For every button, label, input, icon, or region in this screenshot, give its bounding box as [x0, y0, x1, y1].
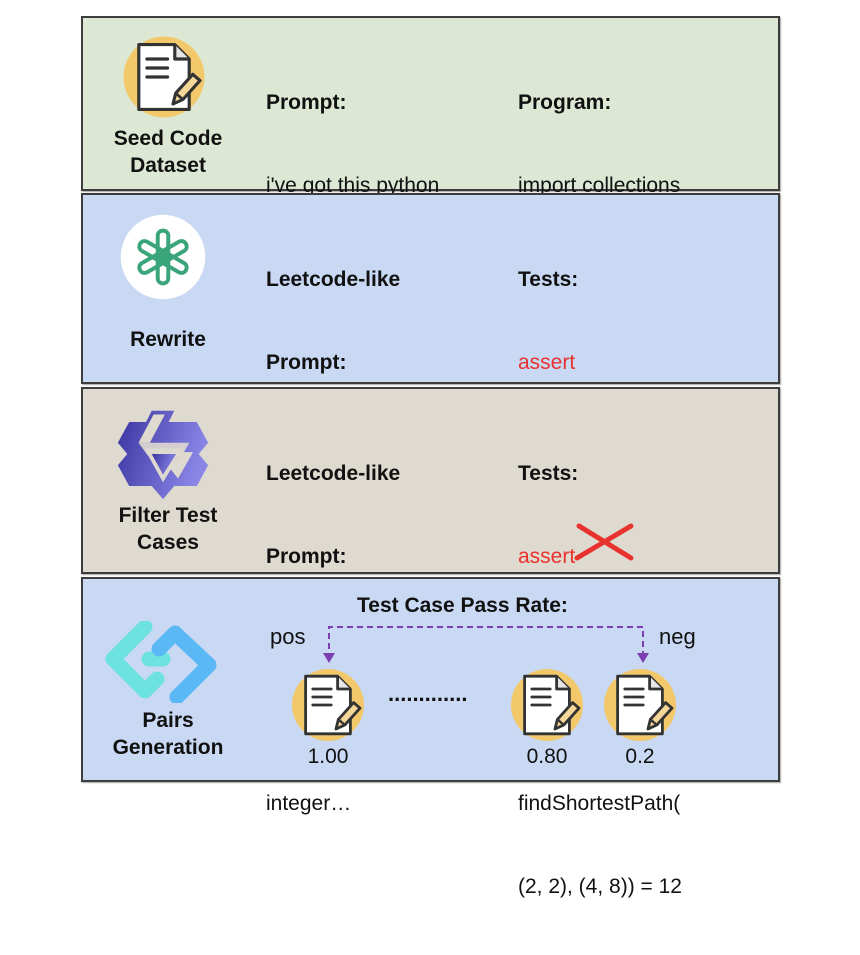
panel-seed-code-dataset: Seed Code Dataset Prompt: i've got this … — [81, 16, 780, 444]
pos-neg-arrow — [323, 626, 649, 663]
panel-rewrite: Rewrite Leetcode-like Prompt: You are gi… — [81, 193, 780, 704]
arrow-head-pos — [323, 653, 335, 663]
arrow-head-neg — [637, 653, 649, 663]
red-x-icon — [574, 523, 634, 561]
neg-label: neg — [659, 624, 696, 649]
pass-rate-value: 0.80 — [526, 745, 568, 768]
panel-title: Seed Code Dataset — [113, 127, 223, 177]
panel-pairs-generation: Pairs Generation Test Case Pass Rate: po… — [81, 577, 780, 782]
panel-filter-test-cases: Filter Test Cases Leetcode-like Prompt: … — [81, 387, 780, 898]
document-edit-icon — [119, 32, 209, 122]
pos-label: pos — [270, 624, 306, 649]
pipeline-diagram: Seed Code Dataset Prompt: i've got this … — [0, 0, 860, 898]
document-edit-icon — [288, 665, 368, 745]
panel-title: Filter Test Cases — [118, 504, 218, 554]
pass-rate-heading: Test Case Pass Rate: — [357, 594, 568, 617]
pass-rate-value: 0.2 — [625, 745, 655, 768]
document-edit-icon — [507, 665, 587, 745]
ellipsis: ............. — [388, 681, 468, 706]
qwen-logo-icon — [117, 410, 209, 500]
pairs-link-icon — [105, 621, 217, 703]
panel-title: Pairs Generation — [112, 709, 224, 759]
document-edit-icon — [600, 665, 680, 745]
pass-rate-value: 1.00 — [307, 745, 349, 768]
openai-logo-icon — [120, 214, 206, 300]
assert-keyword: assert — [518, 350, 576, 374]
panel-title: Rewrite — [130, 328, 206, 351]
